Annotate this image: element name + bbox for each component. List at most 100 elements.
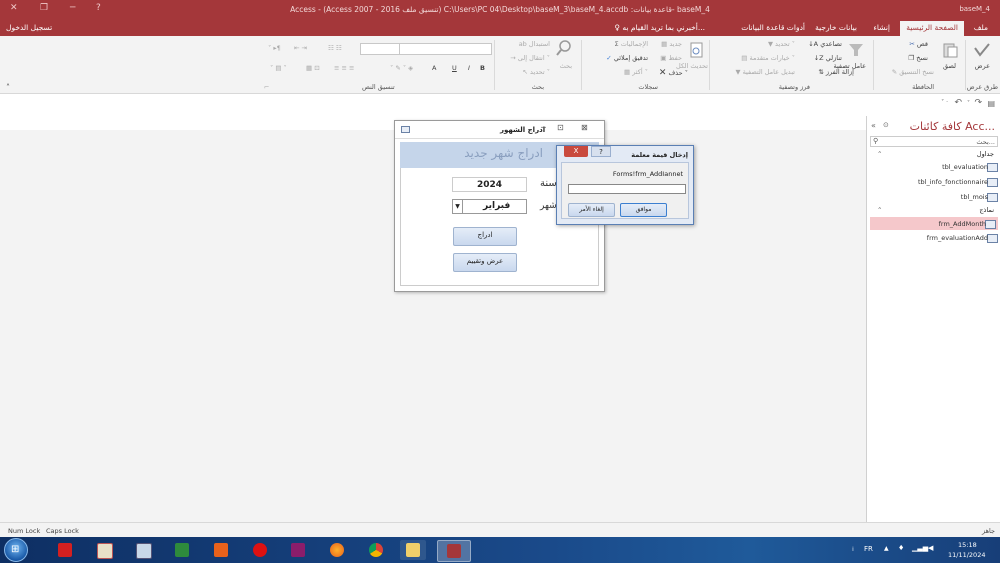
paste-icon[interactable] <box>942 42 958 58</box>
list-bullets-icon[interactable]: ☷ ☷ <box>328 44 342 52</box>
align-icons[interactable]: ≡ ≡ ≡ <box>334 64 354 72</box>
customize-qat-icon[interactable]: ˅ · <box>941 99 948 106</box>
insert-button[interactable]: ادراج <box>453 227 517 246</box>
taskbar-network-app[interactable] <box>130 540 156 560</box>
refresh-icon[interactable] <box>688 42 704 58</box>
view-button[interactable]: عرض <box>975 62 990 70</box>
dialog-launcher-icon[interactable]: ⌐ <box>264 83 269 91</box>
shutter-bar-icon[interactable]: « <box>871 121 876 130</box>
tray-app-icon[interactable]: ♦ <box>898 544 904 552</box>
cancel-button[interactable]: إلغاء الأمر <box>568 203 615 217</box>
highlight-icon[interactable]: ˅ ✎ ˅ ◈ <box>390 64 413 72</box>
taskbar-access[interactable] <box>437 540 471 562</box>
cut-button[interactable]: ✂ قص <box>909 40 928 48</box>
clock-time[interactable]: 15:18 <box>958 541 977 549</box>
taskbar-firefox[interactable] <box>324 540 350 560</box>
dialog-close-button[interactable]: X <box>564 146 588 157</box>
text-format-group-label: تنسيق النص <box>362 83 395 91</box>
bold-button[interactable]: B <box>480 64 485 72</box>
minimize-icon[interactable]: ─ <box>541 123 546 132</box>
tell-me-search[interactable]: ♀ أخبرني بما تريد القيام به... <box>615 23 705 32</box>
nav-search-input[interactable]: بحث... ⚲ <box>870 136 998 147</box>
table-item-tbl-info-fonctionnaire[interactable]: tbl_info_fonctionnaire <box>866 176 1000 188</box>
more-records-button[interactable]: ▦ أكثر ˅ <box>624 68 648 76</box>
start-button[interactable]: ⊞ <box>4 538 28 562</box>
restore-icon[interactable]: ⊡ <box>557 123 564 132</box>
gridlines-icon[interactable]: ▦ ⊡ <box>306 64 320 72</box>
remove-sort-button[interactable]: ⇅ إزالة الفرز <box>818 68 854 76</box>
close-icon[interactable]: ⊠ <box>581 123 588 132</box>
taskbar-spreadsheet-app[interactable] <box>169 540 195 560</box>
taskbar-file-explorer[interactable] <box>400 540 426 560</box>
volume-icon[interactable]: ◀ <box>928 544 933 552</box>
ok-button[interactable]: موافق <box>620 203 667 217</box>
italic-button[interactable]: I <box>468 64 470 72</box>
sort-descending-button[interactable]: ↓Z تنازلي <box>814 54 842 62</box>
find-button[interactable]: بحث <box>560 62 572 70</box>
taskbar-chrome[interactable] <box>363 540 389 560</box>
tab-create[interactable]: إنشاء <box>873 23 890 32</box>
dialog-help-button[interactable]: ? <box>591 146 611 157</box>
tray-arrow-icon[interactable]: ▲ <box>884 545 889 552</box>
goto-button[interactable]: → انتقال إلى ˅ <box>510 54 550 62</box>
form-item-frm-evaluationadd[interactable]: frm_evaluationAdd <box>866 232 1000 244</box>
copy-button[interactable]: ❐ نسخ <box>908 54 928 62</box>
nav-pane-title[interactable]: كافة كائنات Acc... <box>910 120 995 133</box>
collapse-ribbon-icon[interactable]: ˄ <box>6 83 10 92</box>
totals-button[interactable]: Σ الإجماليات <box>615 40 649 48</box>
underline-button[interactable]: U <box>452 64 457 72</box>
taskbar-presentation-app[interactable] <box>91 540 117 560</box>
taskbar-opera-browser[interactable] <box>247 540 273 560</box>
select-button[interactable]: ↖ تحديد ˅ <box>523 68 551 76</box>
find-icon[interactable] <box>556 40 572 56</box>
view-evaluate-button[interactable]: عرض وتقييم <box>453 253 517 272</box>
dropdown-arrow-icon[interactable]: ▼ <box>453 200 463 213</box>
format-painter-button[interactable]: ✎ نسخ التنسيق <box>892 68 934 76</box>
parameter-input[interactable] <box>568 184 686 194</box>
tab-file[interactable]: ملف <box>974 23 988 32</box>
tab-database-tools[interactable]: أدوات قاعدة البيانات <box>741 23 805 32</box>
new-record-button[interactable]: ▦ جديد <box>661 40 682 48</box>
clock-date[interactable]: 11/11/2024 <box>948 551 985 559</box>
sign-in-link[interactable]: تسجيل الدخول <box>6 23 52 32</box>
network-signal-icon[interactable]: ▁▃▅ <box>912 544 928 552</box>
sort-ascending-button[interactable]: ↓A تصاعدي <box>808 40 842 48</box>
month-select[interactable]: ▼ فبراير <box>452 199 527 214</box>
show-hidden-icons[interactable]: ⁞ <box>852 546 854 553</box>
fill-color-icon[interactable]: ˅ ▤ ˅ <box>270 64 287 72</box>
form-item-frm-addmonth[interactable]: frm_AddMonth <box>870 217 998 230</box>
toggle-filter-button[interactable]: ▼ تبديل عامل التصفية <box>735 68 795 76</box>
save-record-button[interactable]: ▣ حفظ <box>660 54 682 62</box>
font-name-select[interactable] <box>398 43 492 55</box>
font-color-button[interactable]: A <box>432 64 436 72</box>
undo-icon[interactable]: ↶ <box>954 98 962 108</box>
filter-icon[interactable] <box>848 42 864 58</box>
view-icon[interactable] <box>974 42 990 58</box>
collapse-icon[interactable]: ⌃ <box>877 150 882 158</box>
paste-button[interactable]: لصق <box>943 62 956 70</box>
year-input[interactable]: 2024 <box>452 177 527 192</box>
table-item-tbl-evaluation[interactable]: tbl_evaluation <box>866 161 1000 173</box>
collapse-icon[interactable]: ⌃ <box>877 206 882 214</box>
taskbar-winrar[interactable] <box>285 540 311 560</box>
tables-group-header[interactable]: جداول <box>977 150 994 158</box>
taskbar-pdf-reader[interactable] <box>52 540 78 560</box>
spelling-button[interactable]: ✓ تدقيق إملائي <box>606 54 648 62</box>
undo-dropdown-icon[interactable]: ˅ <box>967 100 970 107</box>
redo-icon[interactable]: ↷ <box>974 98 982 108</box>
taskbar-office-app[interactable] <box>208 540 234 560</box>
indent-icon[interactable]: ⇤ ⇥ <box>294 44 307 52</box>
nav-menu-icon[interactable]: ⊙ <box>883 121 889 129</box>
paragraph-direction-icon[interactable]: ˅ ▸¶ <box>268 44 281 52</box>
advanced-button[interactable]: ▤ خيارات متقدمة ˅ <box>741 54 795 62</box>
delete-record-button[interactable]: ✕ حذف ˅ <box>659 68 688 78</box>
tab-external-data[interactable]: بيانات خارجية <box>815 23 857 32</box>
language-indicator[interactable]: FR <box>864 545 873 553</box>
save-icon[interactable]: ▤ <box>987 99 995 108</box>
table-item-tbl-mois[interactable]: tbl_mois <box>866 191 1000 203</box>
font-size-select[interactable] <box>360 43 400 55</box>
selection-button[interactable]: ▼ تحديد ˅ <box>768 40 795 48</box>
forms-group-header[interactable]: نماذج <box>979 206 994 214</box>
replace-button[interactable]: ab استبدال <box>519 40 550 48</box>
caps-lock-indicator: Caps Lock <box>46 527 79 535</box>
